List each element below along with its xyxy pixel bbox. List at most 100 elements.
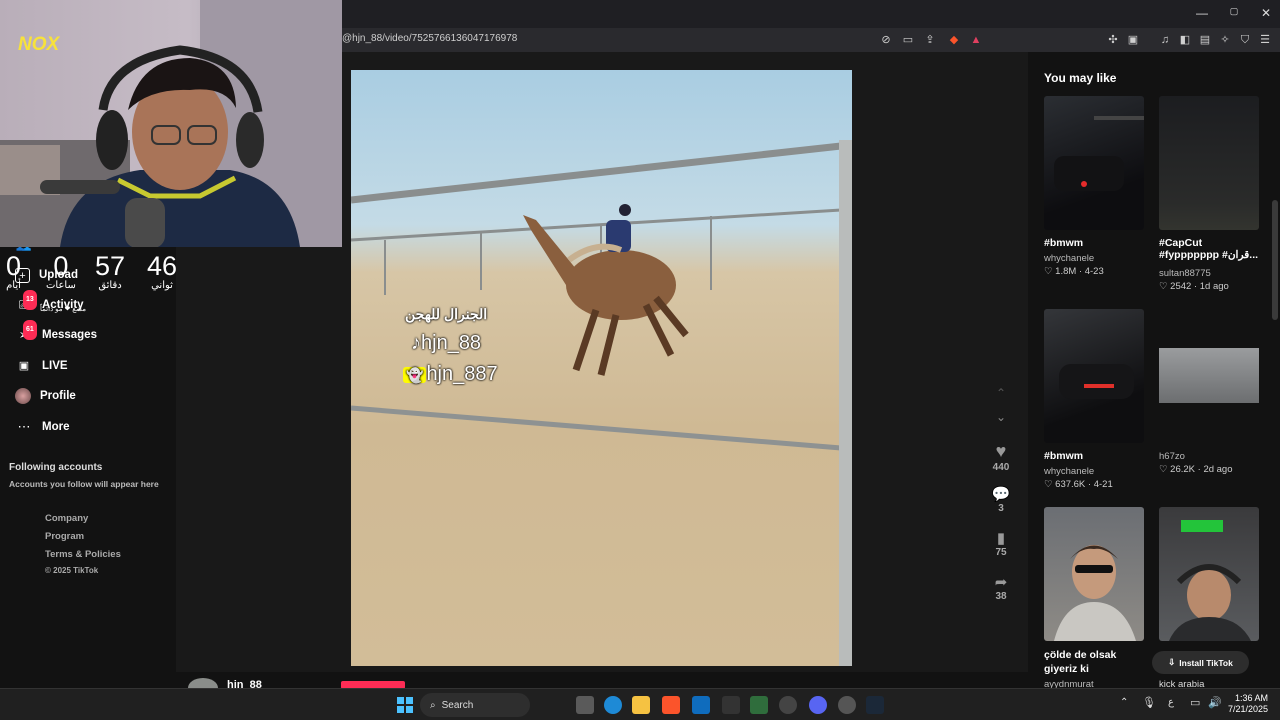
steam-icon[interactable] [866, 696, 884, 714]
save-count: 75 [995, 547, 1007, 558]
timer-value: 46 [147, 251, 178, 281]
rec-thumb-6[interactable] [1159, 507, 1259, 641]
system-clock[interactable]: 1:36 AM 7/21/2025 [1228, 693, 1268, 715]
app-icon[interactable] [838, 696, 856, 714]
like-button[interactable]: ♥ 440 [991, 441, 1011, 473]
scrollbar[interactable] [1272, 200, 1278, 320]
brave-rewards-icon[interactable]: ▲ [968, 32, 984, 48]
heart-icon: ♥ [995, 441, 1007, 461]
rec-author[interactable]: whychanele [1044, 466, 1094, 477]
language-indicator[interactable]: ع [1168, 697, 1174, 708]
close-button[interactable]: ✕ [1256, 6, 1276, 20]
timer-unit: ساعات [46, 280, 76, 291]
share-button[interactable]: ➦ 38 [991, 573, 1011, 602]
discord-icon[interactable] [809, 696, 827, 714]
rec-stats: ♡ 2542 · 1d ago [1159, 281, 1229, 292]
footer-link-terms[interactable]: Terms & Policies [45, 549, 121, 560]
sidebar-item-messages[interactable]: ➢61 Messages [15, 320, 97, 346]
start-button[interactable] [397, 697, 413, 713]
comment-button[interactable]: 💬 3 [991, 485, 1011, 514]
sidebar-item-label: Profile [40, 390, 76, 402]
brave-icon[interactable] [662, 696, 680, 714]
taskbar-search[interactable]: ⌕ Search [420, 693, 530, 717]
messages-badge: 61 [23, 320, 37, 340]
sidebar-item-profile[interactable]: Profile [15, 385, 76, 407]
avatar [15, 388, 31, 404]
sidebar-toggle-icon[interactable]: ◧ [1177, 32, 1193, 48]
minimize-button[interactable]: — [1192, 6, 1212, 20]
watermark-handle: hjn_887 [426, 363, 498, 385]
xbox-icon[interactable] [750, 696, 768, 714]
rec-thumb-5[interactable] [1044, 507, 1144, 641]
chevron-up-icon: ⌃ [995, 386, 1007, 400]
install-label: Install TikTok [1179, 657, 1233, 668]
sidebar-item-label: More [42, 421, 70, 433]
rec-caption[interactable]: #bmwm [1044, 450, 1149, 462]
timer-seconds: 46 ثواني [147, 252, 177, 291]
rec-thumb-image [1059, 364, 1134, 399]
sidebar-item-more[interactable]: ⋯ More [15, 416, 70, 438]
rec-date: 4-23 [1084, 266, 1104, 277]
extensions-icon[interactable]: ✣ [1105, 32, 1121, 48]
like-count: 440 [992, 462, 1010, 473]
rec-caption[interactable]: #bmwm [1044, 237, 1149, 249]
footer-link-program[interactable]: Program [45, 531, 84, 542]
app-icon[interactable] [722, 696, 740, 714]
comment-count: 3 [998, 503, 1004, 514]
outlook-icon[interactable] [692, 696, 710, 714]
display-icon[interactable]: ▭ [1190, 696, 1200, 709]
sidebar-item-label: Messages [42, 329, 97, 341]
windows-logo-icon [406, 697, 413, 704]
rec-caption[interactable]: çölde de olsak giyeriz ki [1044, 648, 1149, 676]
timer-unit: ثواني [151, 280, 173, 291]
timer-value: 57 [95, 251, 126, 281]
volume-icon[interactable]: 🔊 [1208, 696, 1222, 709]
menu-icon[interactable]: ☰ [1257, 32, 1273, 48]
sidebar-item-live[interactable]: ▣ LIVE [15, 355, 68, 377]
address-bar[interactable]: @hjn_88/video/7525766136047176978 ⊘ ▭ ⇪ … [342, 28, 1280, 52]
install-tiktok-button[interactable]: ⇩ Install TikTok [1152, 651, 1249, 674]
rec-thumb-4[interactable] [1159, 309, 1259, 443]
rec-thumb-2[interactable] [1159, 96, 1259, 230]
video-watermark-tiktok: ♪hjn_88 [411, 332, 481, 355]
rec-thumb-3[interactable] [1044, 309, 1144, 443]
music-icon[interactable]: ♫ [1157, 32, 1173, 48]
watermark-handle: hjn_88 [421, 332, 482, 354]
video-watermark-snapchat: 👻 hjn_887 [403, 363, 498, 386]
tray-chevron-icon[interactable]: ⌃ [1120, 697, 1128, 708]
streamer-logo: NOX [18, 34, 60, 55]
cast-icon[interactable]: ▭ [900, 32, 916, 48]
nav-down-button[interactable]: ⌄ [991, 410, 1011, 424]
vpn-icon[interactable]: ⛉ [1237, 32, 1253, 48]
clock-date: 7/21/2025 [1228, 704, 1269, 714]
rec-likes: 2542 [1170, 281, 1192, 292]
leo-icon[interactable]: ✧ [1217, 32, 1233, 48]
maximize-button[interactable]: ▢ [1224, 6, 1244, 17]
tiktok-logo-icon: ♪ [411, 332, 421, 354]
rec-caption[interactable]: #CapCut #fyppppppp #قران... [1159, 237, 1264, 265]
search-icon: ⌕ [430, 699, 436, 711]
rec-author[interactable]: sultan88775 [1159, 268, 1211, 279]
rec-date: 4-21 [1093, 479, 1113, 490]
wallet-icon[interactable]: ▤ [1197, 32, 1213, 48]
footer-link-company[interactable]: Company [45, 513, 88, 524]
clock-time: 1:36 AM [1234, 693, 1268, 703]
task-view-icon[interactable] [576, 696, 594, 714]
live-icon: ▣ [18, 360, 30, 372]
file-explorer-icon[interactable] [632, 696, 650, 714]
comment-icon: 💬 [991, 486, 1011, 503]
reader-off-icon[interactable]: ⊘ [878, 32, 894, 48]
video-player[interactable]: الجنرال للهجن ♪hjn_88 👻 hjn_887 [351, 70, 852, 666]
rec-thumb-1[interactable] [1044, 96, 1144, 230]
nav-up-button[interactable]: ⌃ [991, 386, 1011, 400]
app-icon[interactable] [779, 696, 797, 714]
timer-unit: أيام [6, 280, 21, 291]
screenshot-icon[interactable]: ▣ [1125, 32, 1141, 48]
microphone-icon[interactable]: 🎙 [1142, 696, 1156, 709]
rec-author[interactable]: h67zo [1159, 451, 1185, 462]
brave-shield-icon[interactable]: ◆ [946, 32, 962, 48]
save-button[interactable]: ▮ 75 [991, 529, 1011, 558]
edge-icon[interactable] [604, 696, 622, 714]
rec-author[interactable]: whychanele [1044, 253, 1094, 264]
share-icon[interactable]: ⇪ [922, 32, 938, 48]
